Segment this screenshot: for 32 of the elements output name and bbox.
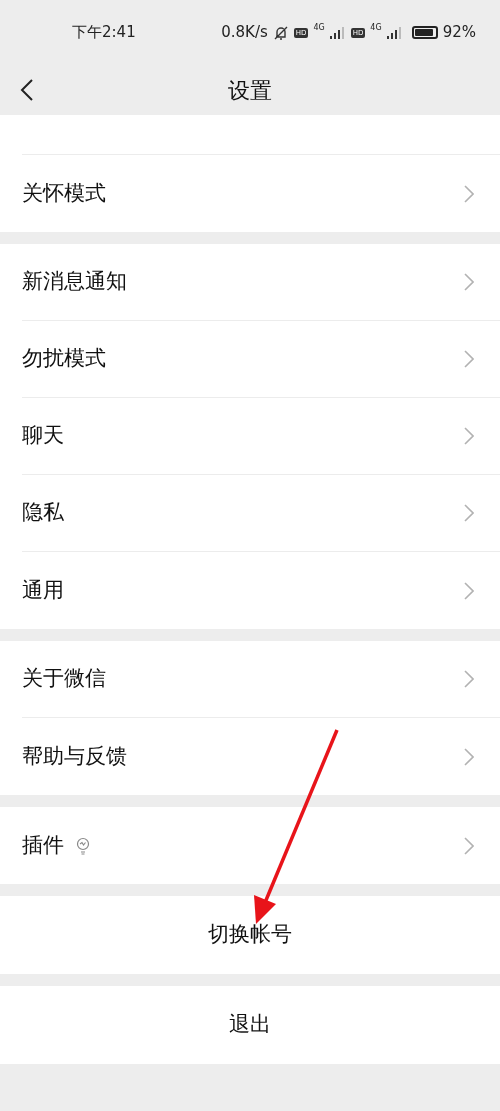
battery-icon — [411, 26, 438, 39]
chevron-icon — [464, 427, 474, 445]
page-title: 设置 — [228, 76, 272, 105]
network-speed: 0.8K/s — [221, 22, 268, 44]
signal-icon — [329, 26, 346, 39]
settings-item[interactable]: 插件 — [22, 807, 500, 884]
chevron-icon — [464, 273, 474, 291]
settings-item[interactable]: 新消息通知 — [22, 244, 500, 321]
settings-item[interactable]: 隐私 — [22, 475, 500, 552]
battery-percent: 92% — [442, 22, 476, 44]
settings-item[interactable]: 帮助与反馈 — [22, 718, 500, 795]
chevron-icon — [464, 836, 474, 855]
muted-bell-icon — [272, 24, 289, 41]
chevron-icon — [464, 184, 474, 203]
back-icon[interactable] — [20, 78, 34, 102]
settings-item[interactable]: 关怀模式 — [22, 155, 500, 232]
signal-icon — [386, 26, 403, 39]
action-button[interactable]: 切换帐号 — [0, 896, 500, 974]
lightbulb-icon — [76, 836, 90, 855]
settings-item[interactable]: 聊天 — [22, 398, 500, 475]
action-button[interactable]: 退出 — [0, 986, 500, 1064]
chevron-icon — [464, 504, 474, 522]
settings-item[interactable]: 通用 — [22, 552, 500, 629]
network-type: 4G — [313, 24, 325, 33]
settings-item[interactable]: 关于微信 — [22, 641, 500, 718]
chevron-icon — [464, 670, 474, 688]
chevron-icon — [464, 350, 474, 368]
chevron-icon — [464, 747, 474, 766]
status-time: 下午2:41 — [72, 22, 136, 44]
settings-item[interactable]: 勿扰模式 — [22, 321, 500, 398]
chevron-icon — [464, 581, 474, 600]
network-type: 4G — [370, 24, 382, 33]
